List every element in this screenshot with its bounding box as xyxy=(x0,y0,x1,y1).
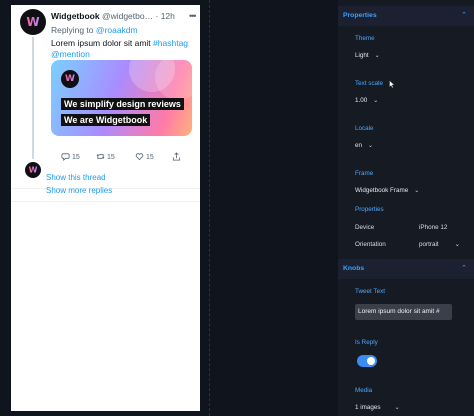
tweet-time[interactable]: 12h xyxy=(161,11,175,21)
tweet-text-body: Lorem ipsum dolor sit amit xyxy=(51,38,151,48)
reply-button[interactable]: 15 xyxy=(61,152,80,162)
frame-value: Widgetbook Frame xyxy=(355,187,409,194)
retweet-button[interactable]: 15 xyxy=(96,152,115,161)
panel-splitter[interactable] xyxy=(209,0,210,416)
avatar[interactable]: W xyxy=(20,9,46,35)
knobs-title: Knobs xyxy=(343,265,365,272)
is-reply-toggle[interactable] xyxy=(357,355,377,367)
thread-line xyxy=(32,37,34,159)
media-logo: W xyxy=(61,70,79,88)
tweet-media-image[interactable]: W We simplify design reviews We are Widg… xyxy=(51,60,192,136)
widgetbook-logo: W xyxy=(65,74,75,84)
properties-section-header[interactable]: Properties ⌃ xyxy=(338,6,474,26)
chevron-down-icon: ⌄ xyxy=(373,98,379,104)
widgetbook-logo: W xyxy=(26,15,40,29)
orientation-value: portrait xyxy=(419,241,439,248)
media-headline-1: We simplify design reviews xyxy=(61,98,184,110)
reply-count: 15 xyxy=(71,154,80,161)
media-value: 1 images xyxy=(355,404,381,411)
theme-value: Light xyxy=(355,52,369,59)
text-scale-label: Text scale xyxy=(355,80,383,87)
share-icon xyxy=(172,152,181,161)
chevron-up-icon: ⌃ xyxy=(461,265,467,272)
text-scale-value: 1.00 xyxy=(355,97,368,104)
retweet-count: 15 xyxy=(106,154,115,161)
tweet-actions: 15 15 15 xyxy=(61,152,191,162)
share-button[interactable] xyxy=(172,152,181,161)
like-button[interactable]: 15 xyxy=(135,152,154,161)
thread-avatar[interactable]: W xyxy=(25,162,41,178)
theme-dropdown[interactable]: Light ⌄ xyxy=(355,52,380,59)
chevron-down-icon: ⌄ xyxy=(374,53,380,59)
tweet-text-input[interactable]: Lorem ipsum dolor sit amit # xyxy=(355,304,452,320)
mouse-cursor-icon xyxy=(389,80,395,88)
toggle-knob xyxy=(367,357,375,365)
divider xyxy=(11,201,200,202)
device-value: iPhone 12 xyxy=(419,224,448,231)
media-knob-label: Media xyxy=(355,387,373,394)
orientation-label: Orientation xyxy=(355,241,386,248)
heart-icon xyxy=(135,153,144,161)
chevron-down-icon: ⌄ xyxy=(368,143,374,149)
properties-panel: Properties ⌃ Theme Light ⌄ Text scale 1.0… xyxy=(338,0,474,416)
mention-link[interactable]: @mention xyxy=(51,49,90,59)
display-name[interactable]: Widgetbook xyxy=(51,11,100,21)
knobs-section-header[interactable]: Knobs ⌃ xyxy=(338,259,474,279)
user-handle[interactable]: @widgetbo… xyxy=(102,11,153,21)
decorative-circle xyxy=(155,60,192,100)
show-thread-link[interactable]: Show this thread xyxy=(46,173,106,182)
locale-label: Locale xyxy=(355,125,374,132)
replying-to-handle[interactable]: @roaakdm xyxy=(96,25,138,35)
device-dropdown[interactable]: iPhone 12 xyxy=(419,224,447,231)
is-reply-label: Is Reply xyxy=(355,339,378,346)
chevron-up-icon: ⌃ xyxy=(461,12,467,19)
frame-dropdown[interactable]: Widgetbook Frame ⌄ xyxy=(355,187,419,194)
locale-dropdown[interactable]: en ⌄ xyxy=(355,142,373,149)
theme-label: Theme xyxy=(355,35,375,42)
retweet-icon xyxy=(96,154,105,159)
replying-to: Replying to @roaakdm xyxy=(51,25,138,35)
locale-value: en xyxy=(355,142,363,149)
device-label: Device xyxy=(355,224,375,231)
tweet-text-knob-label: Tweet Text xyxy=(355,288,385,295)
reply-icon xyxy=(61,153,70,162)
frame-properties-label: Properties xyxy=(355,206,384,213)
frame-label: Frame xyxy=(355,170,374,177)
text-scale-dropdown[interactable]: 1.00 ⌄ xyxy=(355,97,378,104)
tweet-header: Widgetbook @widgetbo… · 12h xyxy=(51,11,175,21)
widgetbook-logo: W xyxy=(28,165,38,175)
tweet[interactable]: W Widgetbook @widgetbo… · 12h ••• Replyi… xyxy=(11,5,200,162)
tweet-preview-frame: W Widgetbook @widgetbo… · 12h ••• Replyi… xyxy=(11,5,200,411)
tweet-text: Lorem ipsum dolor sit amit #hashtag @men… xyxy=(51,38,197,60)
chevron-down-icon: ⌄ xyxy=(454,241,460,248)
chevron-down-icon: ⌄ xyxy=(414,188,420,194)
hashtag-link[interactable]: #hashtag xyxy=(153,38,188,48)
chevron-down-icon: ⌄ xyxy=(394,405,400,411)
replying-to-prefix: Replying to xyxy=(51,25,94,35)
separator-dot: · xyxy=(155,11,159,21)
show-more-replies-link[interactable]: Show more replies xyxy=(46,186,112,195)
orientation-dropdown[interactable]: portrait ⌄ xyxy=(419,241,460,248)
media-headline-2: We are Widgetbook xyxy=(61,114,151,126)
media-dropdown[interactable]: 1 images ⌄ xyxy=(355,404,400,411)
properties-title: Properties xyxy=(343,12,377,19)
more-options-icon[interactable]: ••• xyxy=(189,11,197,21)
like-count: 15 xyxy=(145,154,154,161)
